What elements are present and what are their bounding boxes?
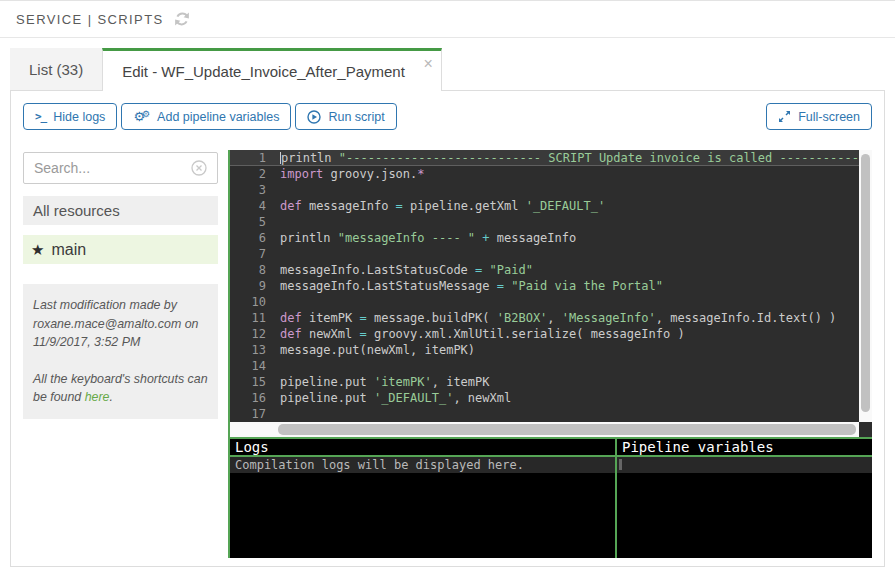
code-line[interactable]: 17 [230,406,859,422]
line-number: 2 [230,166,266,182]
logs-panel: Logs Compilation logs will be displayed … [228,439,615,558]
code-line[interactable]: 11def itemPK = message.buildPK( 'B2BOX',… [230,310,859,326]
line-number: 13 [230,342,266,358]
line-number: 14 [230,358,266,374]
shortcuts-link[interactable]: here [85,390,110,404]
code-line[interactable]: 16pipeline.put '_DEFAULT_', newXml [230,390,859,406]
code-line[interactable]: 8messageInfo.LastStatusCode = "Paid" [230,262,859,278]
play-circle-icon [307,110,321,124]
search-input[interactable] [34,160,191,176]
scrollbar-corner [859,422,872,437]
pipeline-cursor [619,459,622,470]
line-number: 16 [230,390,266,406]
line-number: 12 [230,326,266,342]
workspace: 1println "--------------------------- SC… [228,150,872,558]
bottom-panels: Logs Compilation logs will be displayed … [228,437,872,558]
hide-logs-button[interactable]: >_ Hide logs [23,103,117,130]
code-line[interactable]: 7 [230,246,859,262]
code-line[interactable]: 5 [230,214,859,230]
topbar: SERVICE | SCRIPTS [0,0,895,38]
tab-list[interactable]: List (33) [10,48,102,90]
vertical-scrollbar-thumb[interactable] [861,154,870,412]
sidebar-item-main[interactable]: ★ main [23,235,218,264]
tab-edit-label: Edit - WF_Update_Invoice_After_Payment [122,63,405,80]
close-tab-icon[interactable]: × [423,56,432,72]
line-number: 11 [230,310,266,326]
pipeline-row[interactable] [617,457,872,473]
add-pipeline-variables-button[interactable]: ⚙⚙ Add pipeline variables [121,103,291,130]
star-icon: ★ [31,241,44,259]
sidebar: All resources ★ main Last modification m… [23,142,218,558]
code-line[interactable]: 13message.put(newXml, itemPK) [230,342,859,358]
pipeline-variables-panel: Pipeline variables [617,439,872,558]
code-editor[interactable]: 1println "--------------------------- SC… [228,150,872,437]
full-screen-button[interactable]: Full-screen [766,103,872,130]
logs-header: Logs [230,439,615,457]
line-number: 6 [230,230,266,246]
code-line[interactable]: 14 [230,358,859,374]
line-number: 17 [230,406,266,422]
line-number: 5 [230,214,266,230]
horizontal-scrollbar-thumb[interactable] [278,424,856,435]
breadcrumb: SERVICE | SCRIPTS [16,12,164,27]
toolbar: >_ Hide logs ⚙⚙ Add pipeline variables R… [11,91,884,142]
expand-icon [778,110,791,123]
tab-bar: List (33) Edit - WF_Update_Invoice_After… [10,48,885,90]
run-script-button[interactable]: Run script [295,103,396,130]
code-line[interactable]: 9messageInfo.LastStatusMessage = "Paid v… [230,278,859,294]
line-number: 7 [230,246,266,262]
line-number: 8 [230,262,266,278]
editor-horizontal-scrollbar[interactable] [230,422,872,437]
code-line[interactable]: 1println "--------------------------- SC… [230,150,859,166]
info-box: Last modification made by roxane.mace@am… [23,284,218,419]
last-modification-text: Last modification made by roxane.mace@am… [33,296,212,352]
line-number: 10 [230,294,266,310]
line-number: 15 [230,374,266,390]
cogs-icon: ⚙⚙ [133,110,150,123]
terminal-icon: >_ [35,110,46,123]
code-line[interactable]: 15pipeline.put 'itemPK', itemPK [230,374,859,390]
main-panel: >_ Hide logs ⚙⚙ Add pipeline variables R… [10,90,885,567]
pipeline-variables-header: Pipeline variables [617,439,872,457]
all-resources-item[interactable]: All resources [23,196,218,225]
logs-message: Compilation logs will be displayed here. [230,457,615,473]
code-line[interactable]: 3 [230,182,859,198]
refresh-icon[interactable] [174,11,190,27]
clear-search-icon[interactable] [191,160,207,176]
code-line[interactable]: 4def messageInfo = pipeline.getXml '_DEF… [230,198,859,214]
content: All resources ★ main Last modification m… [11,142,884,558]
line-number: 9 [230,278,266,294]
code-lines: 1println "--------------------------- SC… [230,150,859,422]
search-box [23,152,218,184]
shortcuts-text: All the keyboard's shortcuts can be foun… [33,370,212,407]
tab-edit[interactable]: Edit - WF_Update_Invoice_After_Payment × [102,48,442,91]
code-line[interactable]: 2import groovy.json.* [230,166,859,182]
line-number: 3 [230,182,266,198]
code-line[interactable]: 10 [230,294,859,310]
code-line[interactable]: 12def newXml = groovy.xml.XmlUtil.serial… [230,326,859,342]
code-line[interactable]: 6println "messageInfo ---- " + messageIn… [230,230,859,246]
editor-vertical-scrollbar[interactable] [859,150,872,422]
line-number: 1 [230,150,266,166]
line-number: 4 [230,198,266,214]
tab-list-label: List (33) [29,61,83,78]
